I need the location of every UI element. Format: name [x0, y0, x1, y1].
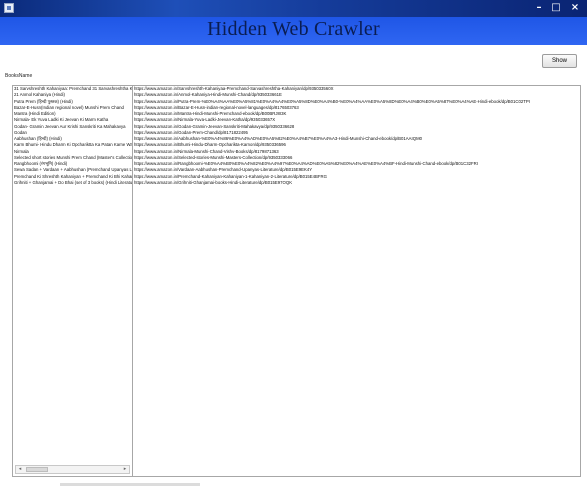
window-titlebar: – □ ×	[0, 0, 587, 17]
scroll-right-icon[interactable]: ▸	[121, 466, 129, 473]
show-button[interactable]: Show	[542, 54, 577, 68]
book-url-cell[interactable]: https://www.amazon.in/Grihniti-Ghanjamai…	[133, 180, 580, 186]
book-name-cell[interactable]: Sewa Sadan + Vardaan + Aabhushan (Premch…	[13, 167, 132, 173]
book-name-cell[interactable]: Godan- Gramin Jeevan Aur Krishi Sanskrit…	[13, 124, 132, 130]
status-strip	[60, 483, 200, 486]
maximize-icon[interactable]: □	[548, 1, 564, 15]
book-url-cell[interactable]: https://www.amazon.in/Putra-Prem-%E0%A4%…	[133, 99, 580, 105]
app-title: Hidden Web Crawler	[207, 18, 380, 40]
book-names-list[interactable]: 31 Sarvshreshth Kahaniyaa: Premchand 31 …	[13, 86, 133, 476]
book-name-cell[interactable]: Grihniti + Ghanjamai + Do Bhai (set of 3…	[13, 180, 132, 186]
book-name-cell[interactable]: Premchand Ki Shreshth Kahaniyan + Premch…	[13, 174, 132, 180]
window-controls: – □ ×	[531, 1, 585, 16]
book-name-cell[interactable]: Karm Bhumi- Hindu Dharm Ki Opchariktta K…	[13, 142, 132, 148]
scroll-left-icon[interactable]: ◂	[16, 466, 24, 473]
close-icon[interactable]: ×	[565, 1, 585, 15]
results-panel[interactable]: 31 Sarvshreshth Kahaniyaa: Premchand 31 …	[12, 85, 581, 477]
app-window: – □ × Hidden Web Crawler Show BooksName …	[0, 0, 587, 488]
app-window-icon	[4, 3, 14, 13]
book-urls-list[interactable]: https://www.amazon.in/Sarvshreshth-Kahan…	[133, 86, 580, 476]
app-header-band: Hidden Web Crawler	[0, 17, 587, 45]
horizontal-scrollbar[interactable]: ◂ ▸	[15, 465, 130, 474]
status-bar	[0, 482, 587, 488]
minimize-icon[interactable]: –	[531, 1, 547, 15]
books-name-column-header: BooksName	[5, 73, 33, 79]
scroll-thumb[interactable]	[26, 467, 48, 472]
